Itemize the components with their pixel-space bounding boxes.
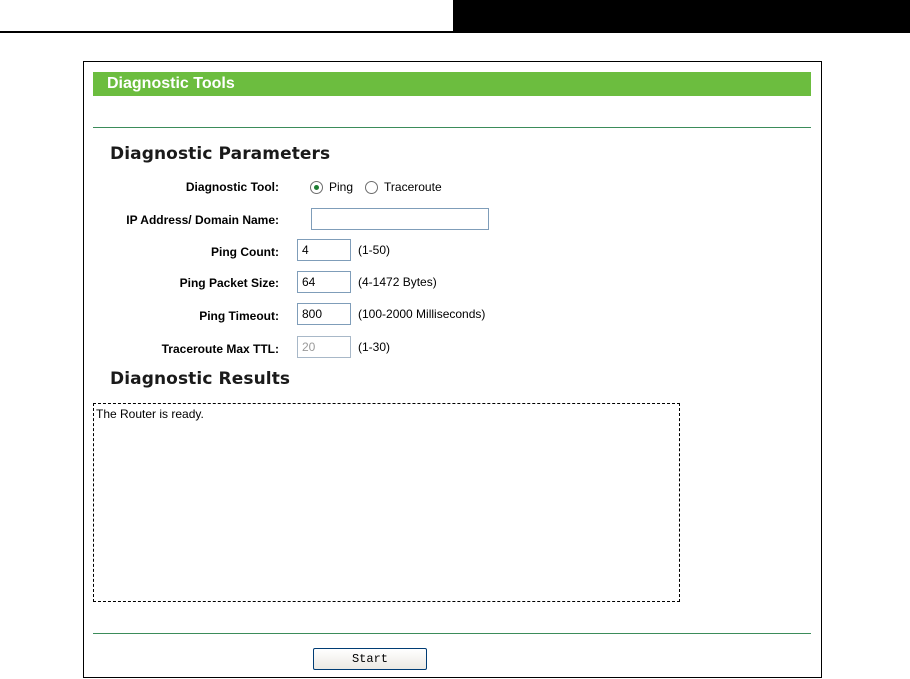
ip-address-input[interactable] [311, 208, 489, 230]
ping-timeout-row: (100-2000 Milliseconds) [297, 302, 485, 326]
section-divider-top [93, 127, 811, 128]
traceroute-max-ttl-row: (1-30) [297, 335, 390, 359]
ping-packet-size-input[interactable] [297, 271, 351, 293]
ip-address-row [311, 207, 496, 231]
traceroute-max-ttl-hint: (1-30) [358, 340, 391, 354]
header-bar [453, 0, 910, 33]
ping-timeout-hint: (100-2000 Milliseconds) [358, 307, 486, 321]
diagnostic-tool-label: Diagnostic Tool: [185, 180, 279, 194]
panel-title: Diagnostic Tools [93, 72, 811, 96]
diagnostic-results-output: The Router is ready. [93, 403, 680, 602]
diagnostic-results-heading: Diagnostic Results [110, 369, 291, 389]
ping-radio-label[interactable]: Ping [329, 180, 353, 194]
header-rule [0, 31, 455, 33]
ping-count-hint: (1-50) [358, 243, 391, 257]
ping-timeout-label: Ping Timeout: [199, 309, 279, 323]
traceroute-radio[interactable] [365, 180, 379, 194]
traceroute-max-ttl-label: Traceroute Max TTL: [161, 342, 279, 356]
traceroute-radio-label[interactable]: Traceroute [384, 180, 442, 194]
diagnostic-parameters-heading: Diagnostic Parameters [110, 144, 331, 164]
ping-packet-size-hint: (4-1472 Bytes) [358, 275, 437, 289]
diagnostic-tools-panel: Diagnostic Tools Diagnostic Parameters D… [83, 61, 822, 678]
ping-count-row: (1-50) [297, 238, 390, 262]
start-button[interactable]: Start [313, 648, 427, 670]
ping-count-input[interactable] [297, 239, 351, 261]
ip-address-label: IP Address/ Domain Name: [126, 213, 279, 227]
ping-packet-size-row: (4-1472 Bytes) [297, 270, 437, 294]
ping-timeout-input[interactable] [297, 303, 351, 325]
ping-count-label: Ping Count: [211, 245, 279, 259]
ping-radio[interactable] [310, 180, 323, 194]
ping-packet-size-label: Ping Packet Size: [179, 276, 279, 290]
traceroute-max-ttl-input [297, 336, 351, 358]
diagnostic-tool-radio-group: Ping Traceroute [310, 175, 454, 199]
section-divider-bottom [93, 633, 811, 634]
